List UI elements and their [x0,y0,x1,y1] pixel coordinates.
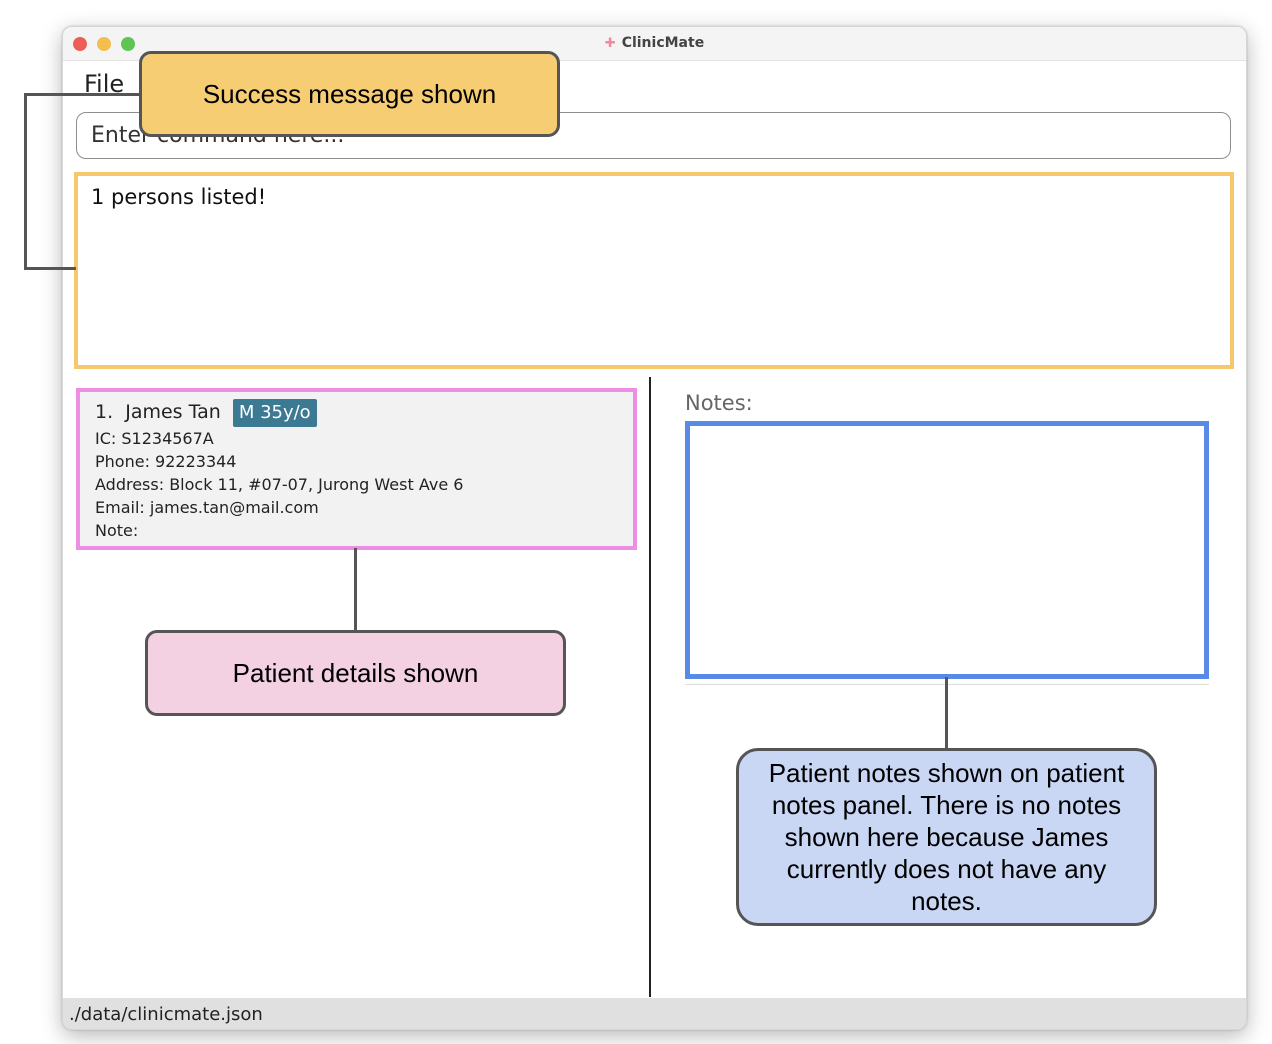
person-name: James Tan [125,401,221,423]
patient-connector [354,548,357,632]
person-email: Email: james.tan@mail.com [95,498,319,517]
panel-divider[interactable] [649,377,651,997]
person-card[interactable]: 1. James Tan M 35y/o IC: S1234567A Phone… [76,388,637,550]
success-connector-bottom [24,267,76,270]
success-connector-top [24,93,141,96]
person-ic: IC: S1234567A [95,429,214,448]
person-phone: Phone: 92223344 [95,452,237,471]
success-callout: Success message shown [139,51,560,137]
success-connector-vertical [24,93,27,270]
person-tag: M 35y/o [232,399,317,427]
window-title-text: ClinicMate [621,35,705,51]
notes-connector [945,677,948,749]
result-display: 1 persons listed! [74,172,1234,369]
person-index: 1. [95,401,114,423]
person-note: Note: [95,521,139,540]
status-bar: ./data/clinicmate.json [63,998,1246,1029]
notes-callout: Patient notes shown on patient notes pan… [736,748,1157,926]
data-file-path: ./data/clinicmate.json [69,1004,263,1025]
notes-panel[interactable] [685,421,1209,679]
person-name-row: 1. James Tan M 35y/o [95,399,618,427]
person-address: Address: Block 11, #07-07, Jurong West A… [95,475,464,494]
patient-callout: Patient details shown [145,630,566,716]
notes-label: Notes: [685,391,753,415]
window-title: ✚ ClinicMate [63,35,1246,51]
app-cross-icon: ✚ [604,36,616,51]
